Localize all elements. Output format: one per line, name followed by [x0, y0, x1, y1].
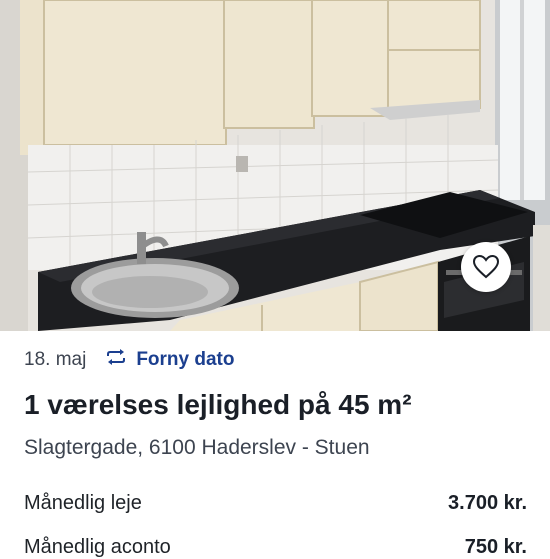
detail-value: 3.700 kr.	[448, 492, 527, 514]
repeat-icon	[106, 349, 136, 371]
listing-photo[interactable]	[0, 0, 550, 331]
favorite-button[interactable]	[461, 242, 511, 292]
detail-row: Månedlig leje 3.700 kr.	[24, 492, 527, 515]
heart-icon	[473, 255, 499, 279]
detail-value: 750 kr.	[464, 536, 527, 558]
listing-date: 18. maj	[24, 349, 87, 370]
renew-date-button[interactable]: Forny dato	[106, 349, 234, 371]
listing-meta: 18. maj Forny dato	[24, 344, 234, 376]
renew-date-label: Forny dato	[136, 349, 235, 370]
listing-title: 1 værelses lejlighed på 45 m²	[24, 389, 412, 420]
detail-label: Månedlig leje	[24, 492, 142, 514]
detail-label: Månedlig aconto	[24, 536, 171, 558]
listing-address: Slagtergade, 6100 Haderslev - Stuen	[24, 436, 370, 459]
detail-row: Månedlig aconto 750 kr.	[24, 536, 527, 559]
